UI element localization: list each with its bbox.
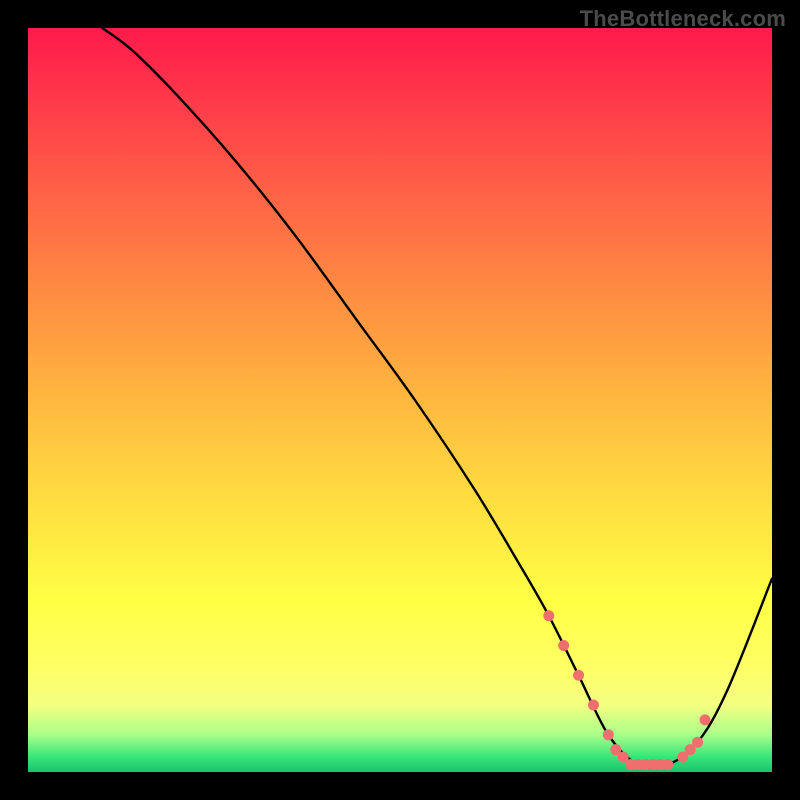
marker-dot [662,759,673,770]
watermark-text: TheBottleneck.com [580,6,786,32]
chart-frame: TheBottleneck.com [0,0,800,800]
marker-dot [700,714,711,725]
marker-dot [692,737,703,748]
main-curve [102,28,772,768]
marker-dot [558,640,569,651]
plot-area [28,28,772,772]
marker-dot [603,729,614,740]
marker-dot [588,700,599,711]
marker-group [543,610,710,770]
marker-dot [573,670,584,681]
chart-svg [28,28,772,772]
marker-dot [543,610,554,621]
